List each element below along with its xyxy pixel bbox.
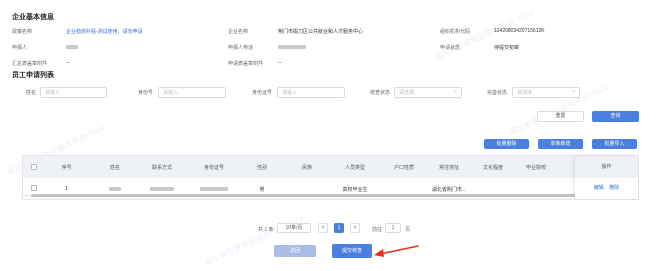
delete-link[interactable]: 删除: [609, 185, 619, 191]
batch-import-button[interactable]: 批量导入: [592, 139, 637, 149]
applicant-phone-label: 申报人电话: [228, 45, 254, 51]
annotation-arrow-icon: [374, 245, 419, 257]
prev-page-button[interactable]: <: [318, 223, 328, 233]
filter-label-name: 姓名: [25, 90, 36, 96]
masked-text: [66, 44, 78, 49]
masked-text: [278, 44, 306, 49]
select-all-checkbox[interactable]: [31, 164, 37, 170]
applicant-value: [66, 44, 78, 50]
col-id-number: 身份证号: [203, 165, 224, 171]
col-education: 文化程度: [482, 165, 503, 171]
submit-check-button[interactable]: 提交核查: [332, 244, 372, 258]
filter-label-id: 身份号: [137, 90, 153, 96]
policy-name-label: 政策名称: [12, 29, 33, 35]
complete-status-select[interactable]: 请选择: [512, 87, 580, 98]
summary-attachment-value: --: [66, 60, 70, 66]
total-count: 共 1 条: [258, 227, 274, 233]
cell-address: 湖北省荆门市...: [431, 187, 467, 193]
watermark: 湖北省智慧就业服务平台 2024: [203, 213, 305, 268]
add-single-button[interactable]: 单条新增: [538, 139, 583, 149]
cell-phone: [147, 186, 177, 192]
col-school: 毕业院校: [525, 165, 546, 171]
col-hukou: 户口性质: [393, 165, 414, 171]
cell-id-number: [199, 186, 229, 192]
row-checkbox[interactable]: [31, 185, 37, 191]
application-attachment-label: 申请表盖章附件: [228, 61, 264, 67]
policy-name-link[interactable]: 企业稳岗补贴-测试使用，请勿申请: [66, 28, 143, 35]
edit-link[interactable]: 编辑: [594, 185, 604, 191]
masked-text: [200, 186, 228, 191]
filter-label-check-status: 核查状态: [369, 90, 390, 96]
reset-button[interactable]: 重置: [537, 111, 584, 122]
back-button[interactable]: 返回: [274, 245, 316, 257]
org-code-label: 组织机构代码: [440, 29, 471, 35]
batch-delete-button[interactable]: 批量删除: [484, 139, 529, 149]
summary-attachment-label: 汇总表盖章附件: [12, 61, 48, 67]
cell-person-type: 高校毕业生: [342, 187, 368, 193]
apply-status-value: 待提交初审: [494, 45, 520, 51]
company-name-label: 企业名称: [228, 29, 249, 35]
col-ethnicity: 民族: [301, 165, 312, 171]
applicant-phone-value: [278, 44, 306, 50]
col-name: 姓名: [109, 165, 120, 171]
next-page-button[interactable]: >: [350, 223, 360, 233]
col-operation: 操作: [575, 156, 638, 178]
cell-name: [105, 186, 125, 192]
watermark: 湖北省智慧就业服务平台 2024: [433, 8, 535, 63]
employee-section-title: 员工申请列表: [12, 72, 54, 79]
employee-table: 序号 姓名 联系方式 身份证号 性别 民族 人员类型 户口性质 常住地址 文化程…: [22, 155, 639, 200]
masked-text: [109, 186, 121, 191]
apply-status-label: 申请状态: [440, 45, 461, 51]
page-1-button[interactable]: 1: [334, 223, 344, 233]
row-operations: 编辑 删除: [575, 184, 638, 191]
goto-suffix: 页: [405, 227, 411, 233]
cell-gender: 男: [259, 187, 265, 193]
company-name-value: 荆门市掇刀区公共就业和人才服务中心: [278, 29, 364, 35]
filter-label-complete-status: 完善状态: [486, 90, 507, 96]
masked-text: [150, 186, 174, 191]
id-input[interactable]: 请输入: [158, 87, 226, 98]
check-status-select[interactable]: 请选择: [394, 87, 462, 98]
cell-index: 1: [65, 186, 68, 192]
goto-page-input[interactable]: 1: [385, 223, 401, 233]
id-card-input[interactable]: 请输入: [277, 87, 345, 98]
search-button[interactable]: 查询: [592, 111, 639, 122]
col-address: 常住地址: [438, 165, 459, 171]
col-index: 序号: [61, 165, 72, 171]
company-section-title: 企业基本信息: [12, 14, 54, 21]
applicant-label: 申报人: [12, 45, 28, 51]
name-input[interactable]: 请输入: [40, 87, 107, 98]
operation-column: 操作 编辑 删除: [575, 156, 638, 199]
page-size-select[interactable]: 10条/页: [277, 223, 311, 233]
horizontal-scrollbar[interactable]: [23, 194, 638, 197]
org-code-value: 12420803420715512K: [494, 28, 545, 34]
col-phone: 联系方式: [151, 165, 172, 171]
col-gender: 性别: [256, 165, 267, 171]
col-person-type: 人员类型: [344, 165, 365, 171]
application-attachment-value: --: [278, 60, 282, 66]
scrollbar-thumb[interactable]: [31, 194, 576, 197]
filter-label-idcard: 身份证号: [251, 90, 272, 96]
goto-prefix: 前往: [372, 227, 383, 233]
